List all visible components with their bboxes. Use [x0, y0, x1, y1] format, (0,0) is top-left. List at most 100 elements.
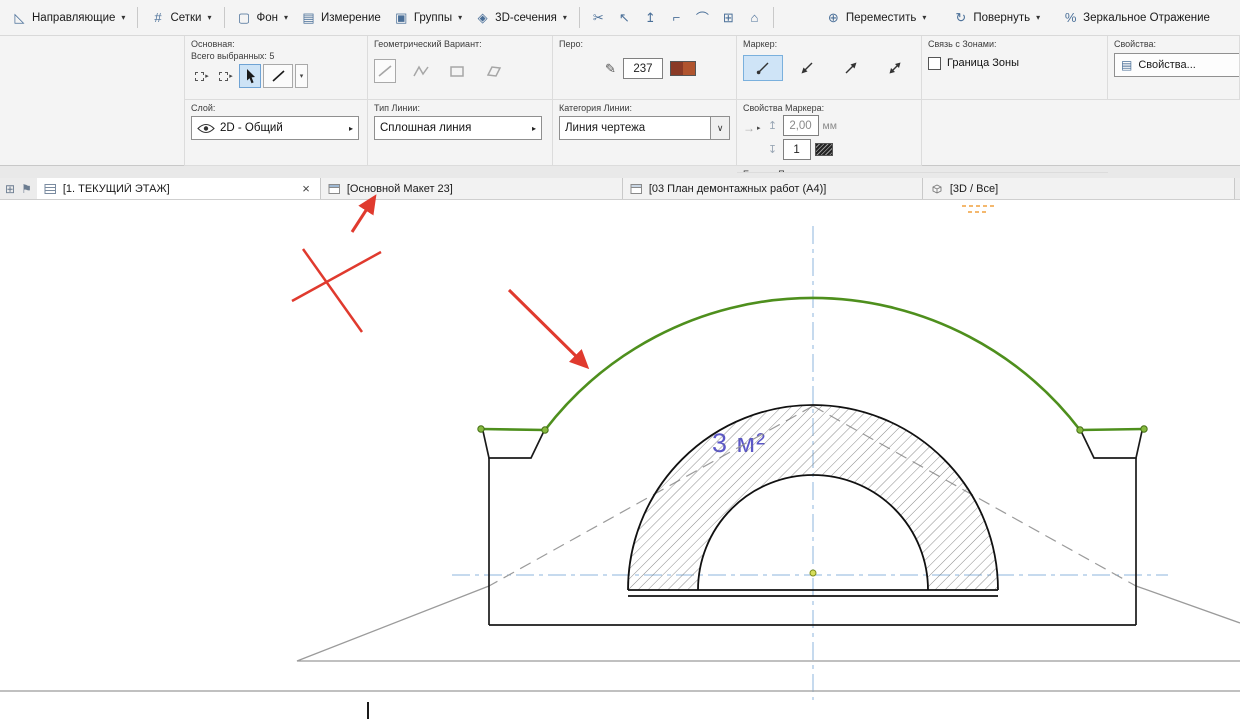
tab-label: [03 План демонтажных работ (A4)]	[648, 182, 827, 195]
roof-icon: ⌂	[750, 10, 759, 25]
background-icon: ▢	[237, 10, 251, 25]
geometry-rectangle-button[interactable]	[446, 59, 468, 83]
groups-icon: ▣	[395, 10, 408, 25]
marker-arrow-both-button[interactable]	[875, 55, 915, 81]
line-icon	[272, 70, 285, 82]
marker-fill-swatch[interactable]	[814, 143, 833, 156]
sections-3d-label: 3D-сечения	[495, 11, 557, 24]
linetype-value: Сплошная линия	[380, 122, 472, 134]
tab-bar-fill	[1234, 178, 1240, 199]
measure-icon: ▤	[302, 10, 315, 25]
section-marker: Маркер:	[737, 36, 922, 100]
section-properties: Свойства: ▤ Свойства... ▸	[1108, 36, 1240, 100]
toolbar-separator	[578, 7, 580, 28]
section-uniform-parameters: Единые Параметры: ✓ Единые Параметры для…	[737, 166, 1108, 173]
marquee-icon	[195, 71, 205, 81]
layout-icon	[328, 183, 340, 194]
selection-set-button[interactable]: ▸	[191, 64, 213, 88]
properties-list-icon: ▤	[1121, 58, 1133, 72]
section-basic: Основная: Всего выбранных: 5 ▸ ▸ ▾	[185, 36, 368, 100]
cube-3d-icon	[932, 183, 942, 194]
rotated-rectangle-icon	[486, 66, 502, 77]
marker-count-input[interactable]	[782, 139, 811, 160]
pen-number-input[interactable]	[622, 58, 663, 79]
marker-size-input[interactable]	[782, 115, 819, 136]
caret-right-icon: ▸	[531, 123, 536, 133]
zone-boundary-checkbox[interactable]	[928, 57, 941, 70]
geometry-rotated-rectangle-button[interactable]	[482, 59, 504, 83]
measure-button[interactable]: ▤ Измерение	[295, 8, 387, 27]
basic-section-title: Основная:	[191, 39, 235, 49]
eyedropper-icon: ↖	[618, 9, 630, 25]
combo-dropdown-button[interactable]: ∨	[711, 116, 730, 140]
marker-section-title: Маркер:	[743, 39, 778, 49]
close-icon[interactable]: ×	[299, 181, 313, 196]
chevron-down-icon: ▾	[284, 13, 289, 22]
marker-arrow-start-button[interactable]	[787, 55, 827, 81]
area-label: 3 м²	[712, 428, 767, 458]
move-button[interactable]: ⊕ Переместить ▾	[820, 8, 932, 27]
line-category-combo[interactable]: Линия чертежа ∨	[559, 116, 730, 140]
marquee-mode-button[interactable]: ▸	[215, 64, 237, 88]
polyline-icon	[413, 65, 429, 77]
mirror-button[interactable]: % Зеркальное Отражение	[1057, 8, 1216, 27]
section-zones: Связь с Зонами: Граница Зоны	[922, 36, 1108, 100]
properties-section-title: Свойства:	[1114, 39, 1157, 49]
marker-arrow-both-icon	[889, 62, 901, 74]
arrow-tool-button[interactable]	[239, 64, 261, 88]
background-button[interactable]: ▢ Фон ▾	[231, 8, 295, 27]
section-marker-properties: Свойства Маркера: → ▸ ↥ мм ↧	[737, 100, 922, 166]
adjust-icon: ↥	[644, 9, 656, 25]
rotate-button[interactable]: ↻ Повернуть ▾	[947, 8, 1046, 27]
grids-button[interactable]: # Сетки ▾	[144, 8, 217, 27]
guides-button[interactable]: ◺ Направляющие ▾	[6, 8, 131, 27]
grids-label: Сетки	[170, 11, 202, 24]
roof-tool-button[interactable]: ⌂	[742, 6, 767, 29]
groups-button[interactable]: ▣ Группы ▾	[388, 8, 468, 27]
pick-up-parameters-button[interactable]: ↖	[612, 6, 637, 30]
geometry-polyline-button[interactable]	[410, 59, 432, 83]
sections-3d-button[interactable]: ◈ 3D-сечения ▾	[469, 8, 573, 27]
resize-button[interactable]: ⊞	[716, 6, 741, 30]
adjust-button[interactable]: ↥	[638, 6, 663, 30]
navigator-panes-icon[interactable]: ⊞	[5, 182, 15, 196]
section-geometry: Геометрический Вариант:	[368, 36, 553, 100]
tab-master-layout-23[interactable]: [Основной Макет 23]	[320, 178, 623, 199]
tab-flag-icon[interactable]: ⚑	[21, 182, 32, 196]
line-tool-button[interactable]	[263, 64, 293, 88]
toolbar-separator	[223, 7, 225, 28]
caret-right-icon: ▸	[757, 125, 761, 132]
line-category-value: Линия чертежа	[565, 122, 646, 134]
tab-3d-all[interactable]: [3D / Все]	[922, 178, 1235, 199]
marker-size-unit: мм	[822, 119, 837, 132]
guides-label: Направляющие	[32, 11, 116, 24]
trim-button[interactable]: ✂	[586, 6, 611, 30]
fillet-button[interactable]: ⌒	[690, 4, 715, 31]
properties-button[interactable]: ▤ Свойства... ▸	[1114, 53, 1239, 77]
line-tool-dropdown[interactable]: ▾	[295, 64, 308, 88]
caret-right-icon: ▸	[205, 73, 209, 80]
layer-selector[interactable]: 2D - Общий ▸	[191, 116, 359, 140]
tab-current-floor[interactable]: [1. ТЕКУЩИЙ ЭТАЖ] ×	[36, 178, 321, 199]
zones-section-title: Связь с Зонами:	[928, 39, 997, 49]
geometry-section-title: Геометрический Вариант:	[374, 39, 482, 49]
caret-right-icon: ▸	[348, 123, 353, 133]
move-label: Переместить	[845, 11, 917, 24]
layer-value: 2D - Общий	[220, 122, 283, 134]
intersect-button[interactable]: ⌐	[664, 6, 689, 29]
grid-icon: #	[154, 10, 162, 25]
marker-simple-button[interactable]	[743, 55, 783, 81]
marker-type-button[interactable]: → ▸	[743, 121, 761, 135]
chevron-down-icon: ▾	[299, 73, 304, 80]
pen-color-swatch[interactable]	[669, 61, 696, 76]
rectangle-icon	[450, 66, 464, 77]
rotate-label: Повернуть	[973, 11, 1031, 24]
marker-arrow-end-button[interactable]	[831, 55, 871, 81]
geometry-line-button[interactable]	[374, 59, 396, 83]
tab-demolition-plan[interactable]: [03 План демонтажных работ (A4)]	[622, 178, 923, 199]
linetype-selector[interactable]: Сплошная линия ▸	[374, 116, 542, 140]
chevron-down-icon: ▾	[562, 13, 567, 22]
toolbar-separator	[772, 7, 774, 28]
chevron-down-icon: ∨	[716, 122, 724, 133]
drawing-canvas[interactable]: 3 м²	[0, 200, 1240, 719]
